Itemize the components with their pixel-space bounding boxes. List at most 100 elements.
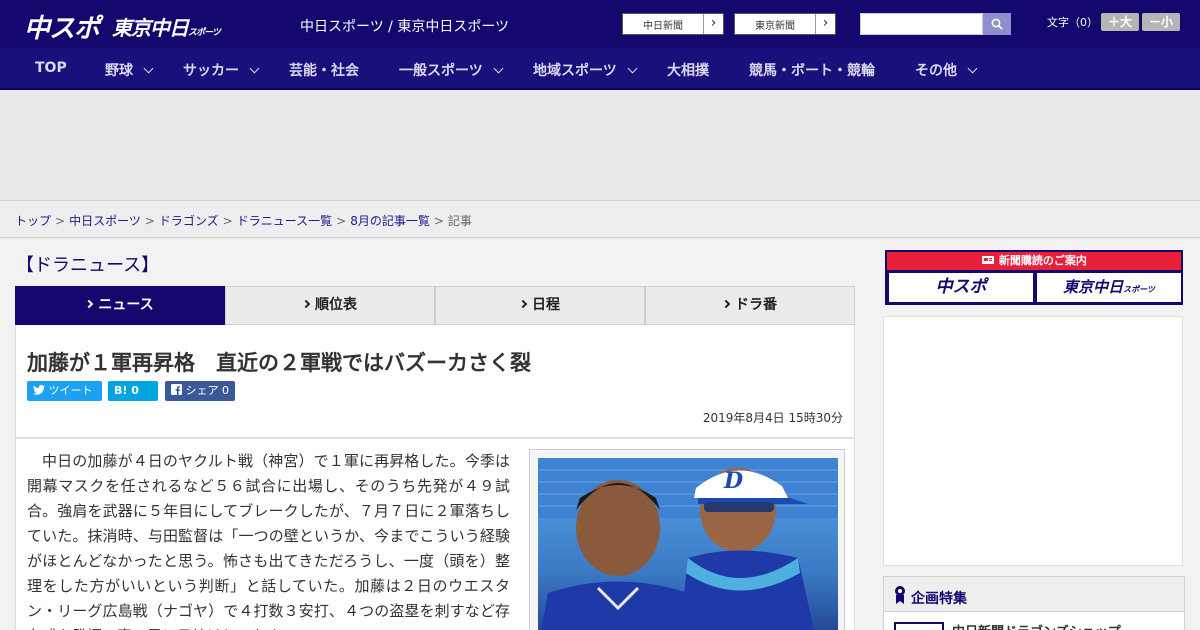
- breadcrumb-current: 記事: [447, 214, 472, 228]
- nav-item-label: 野球: [105, 63, 133, 79]
- tokyo-chunichi-logo[interactable]: 東京中日スポーツ: [112, 12, 221, 41]
- tab-standings[interactable]: 順位表: [225, 286, 435, 325]
- twitter-bird-icon: [33, 385, 45, 395]
- search-button[interactable]: [983, 13, 1011, 35]
- tab-label: 日程: [532, 297, 560, 313]
- chevron-right-icon: [301, 299, 311, 309]
- tab-news[interactable]: ニュース: [15, 286, 225, 332]
- article-text: 中日の加藤が４日のヤクルト戦（神宮）で１軍に再昇格した。今季は開幕マスクを任され…: [27, 452, 510, 630]
- svg-text:D: D: [723, 468, 743, 494]
- tokyo-shimbun-link[interactable]: 東京新聞 ›: [734, 13, 836, 35]
- nav-item-racing[interactable]: 競馬・ボート・競輪: [749, 60, 875, 80]
- nav-item-general-sports[interactable]: 一般スポーツ: [399, 60, 504, 80]
- nav-item-baseball[interactable]: 野球: [105, 60, 154, 80]
- feature-box: 企画特集 中日新聞ドラゴンズショップ: [883, 576, 1185, 630]
- ribbon-award-icon: [895, 586, 905, 604]
- chevron-right-icon: [518, 299, 528, 309]
- main-content: 【ドラニュース】 ニュース 順位表 日程 ドラ番 加藤が１軍再昇格 直近の２軍戦…: [0, 239, 1200, 630]
- subscription-banner-text: 新聞購読のご案内: [998, 254, 1087, 267]
- article-headline: 加藤が１軍再昇格 直近の２軍戦ではバズーカさく裂: [27, 351, 531, 375]
- subscription-banner[interactable]: 新聞購読のご案内 中スポ 東京中日スポーツ: [885, 250, 1183, 305]
- facebook-count: 0: [222, 384, 229, 397]
- subscribe-tokyo-chunichi-suffix: スポーツ: [1123, 285, 1155, 294]
- nav-item-soccer[interactable]: サッカー: [183, 60, 260, 80]
- site-title[interactable]: 中日スポーツ / 東京中日スポーツ: [300, 16, 509, 36]
- breadcrumb-separator: >: [55, 214, 66, 228]
- article-photo[interactable]: D: [538, 458, 838, 630]
- nav-item-sumo[interactable]: 大相撲: [667, 60, 709, 80]
- hatena-bookmark-button[interactable]: B! 0: [108, 381, 158, 401]
- font-bigger-button[interactable]: ＋大: [1101, 13, 1139, 31]
- breadcrumb-separator: >: [222, 214, 233, 228]
- breadcrumb-august-list[interactable]: 8月の記事一覧: [350, 214, 430, 228]
- search-icon: [991, 18, 1003, 30]
- chevron-down-icon: [967, 63, 978, 74]
- tweet-button[interactable]: ツイート: [27, 381, 102, 401]
- nav-item-label: 一般スポーツ: [399, 63, 483, 79]
- breadcrumb-separator: >: [433, 214, 444, 228]
- breadcrumb-separator: >: [336, 214, 347, 228]
- main-nav: TOP 野球 サッカー 芸能・社会 一般スポーツ 地域スポーツ 大相撲 競馬・ボ…: [0, 48, 1200, 90]
- dragons-shop-thumbnail[interactable]: [894, 622, 944, 630]
- nav-item-other[interactable]: その他: [915, 60, 978, 80]
- facebook-label: シェア: [185, 384, 219, 397]
- chevron-down-icon: [249, 63, 260, 74]
- hatena-count: 0: [131, 384, 139, 397]
- breadcrumb-top[interactable]: トップ: [15, 214, 51, 228]
- tokyo-shimbun-label: 東京新聞: [755, 21, 795, 32]
- chevron-down-icon: [143, 63, 154, 74]
- hatena-icon: B!: [114, 384, 128, 397]
- site-header: 中スポ 東京中日スポーツ 中日スポーツ / 東京中日スポーツ 中日新聞 › 東京…: [0, 0, 1200, 48]
- breadcrumb-news-list[interactable]: ドラニュース一覧: [237, 214, 332, 228]
- font-smaller-button[interactable]: －小: [1142, 13, 1180, 31]
- chevron-down-icon: [493, 63, 504, 74]
- nav-item-label: 大相撲: [667, 63, 709, 79]
- article-body: 中日の加藤が４日のヤクルト戦（神宮）で１軍に再昇格した。今季は開幕マスクを任され…: [15, 438, 855, 630]
- chunichi-shimbun-link[interactable]: 中日新聞 ›: [622, 13, 724, 35]
- subscribe-chunichi-sports-button[interactable]: 中スポ: [889, 273, 1033, 302]
- article-header: 加藤が１軍再昇格 直近の２軍戦ではバズーカさく裂 ツイート B! 0 シェア 0…: [15, 325, 855, 438]
- subscription-banner-header: 新聞購読のご案内: [887, 252, 1181, 270]
- breadcrumb-chunichi-sports[interactable]: 中日スポーツ: [69, 214, 141, 228]
- tab-label: 順位表: [315, 297, 357, 313]
- chevron-down-icon: [627, 63, 638, 74]
- feature-box-header: 企画特集: [884, 577, 1184, 612]
- facebook-icon: [171, 384, 182, 395]
- nav-item-label: TOP: [35, 60, 67, 76]
- nav-item-entertainment[interactable]: 芸能・社会: [289, 60, 359, 80]
- newspaper-icon: [982, 256, 995, 264]
- chevron-right-icon: [721, 299, 731, 309]
- tokyo-chunichi-logo-text: 東京中日: [112, 16, 189, 40]
- font-size-label: 文字（0）: [1047, 16, 1098, 29]
- breadcrumb: トップ > 中日スポーツ > ドラゴンズ > ドラニュース一覧 >8月の記事一覧 > 記事: [0, 200, 1200, 238]
- section-tabs: ニュース 順位表 日程 ドラ番: [15, 286, 855, 332]
- sidebar-ad: [883, 316, 1183, 566]
- facebook-share-button[interactable]: シェア 0: [165, 381, 235, 401]
- nav-item-regional-sports[interactable]: 地域スポーツ: [533, 60, 638, 80]
- tokyo-chunichi-logo-suffix: スポーツ: [188, 28, 221, 38]
- tab-dragons-reporter[interactable]: ドラ番: [645, 286, 855, 325]
- feature-box-title: 企画特集: [911, 591, 967, 607]
- subscribe-tokyo-chunichi-text: 東京中日: [1063, 278, 1124, 296]
- chevron-right-icon: [85, 299, 94, 309]
- ad-banner-area: [0, 90, 1200, 200]
- photo-illustration: D: [538, 458, 838, 630]
- chunichi-sports-logo[interactable]: 中スポ: [24, 8, 100, 45]
- section-title: 【ドラニュース】: [16, 255, 160, 276]
- feature-item-dragons-shop[interactable]: 中日新聞ドラゴンズショップ: [952, 621, 1121, 630]
- chunichi-shimbun-label: 中日新聞: [643, 21, 683, 32]
- tweet-label: ツイート: [48, 384, 93, 397]
- search-input[interactable]: [860, 13, 983, 35]
- nav-item-label: 競馬・ボート・競輪: [749, 63, 875, 79]
- nav-item-top[interactable]: TOP: [35, 60, 67, 76]
- breadcrumb-separator: >: [144, 214, 155, 228]
- breadcrumb-dragons[interactable]: ドラゴンズ: [159, 214, 219, 228]
- nav-item-label: その他: [915, 63, 957, 79]
- nav-item-label: 地域スポーツ: [533, 63, 617, 79]
- tab-label: ドラ番: [735, 297, 777, 313]
- tab-schedule[interactable]: 日程: [435, 286, 645, 325]
- subscribe-tokyo-chunichi-button[interactable]: 東京中日スポーツ: [1037, 273, 1181, 302]
- tab-label: ニュース: [98, 297, 154, 313]
- nav-item-label: サッカー: [183, 63, 239, 79]
- nav-item-label: 芸能・社会: [289, 63, 359, 79]
